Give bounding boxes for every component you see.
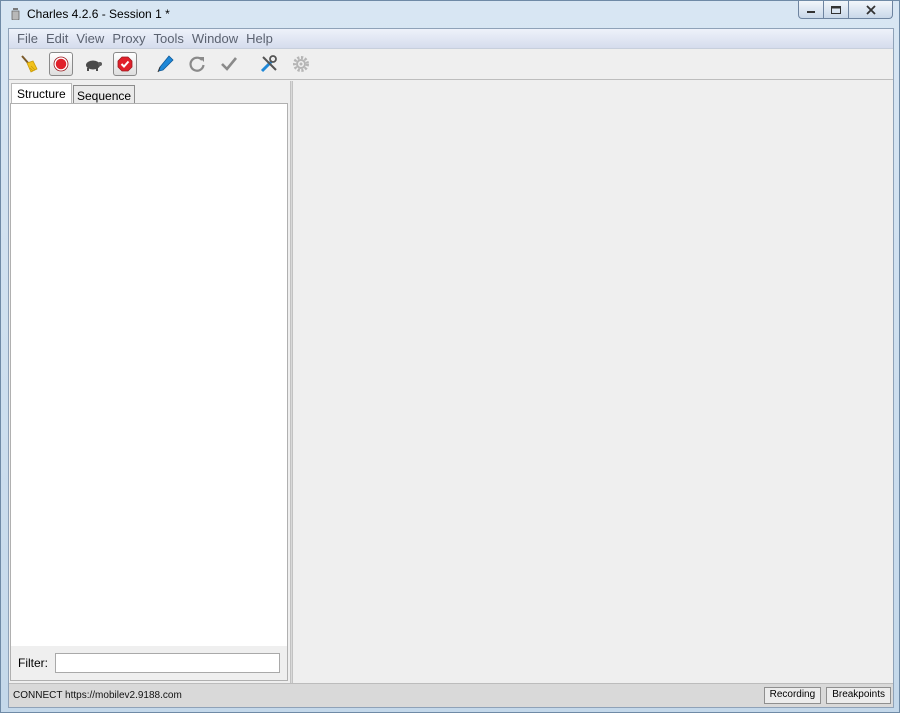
close-button[interactable]: [849, 1, 893, 19]
menu-tools[interactable]: Tools: [150, 31, 188, 46]
throttle-button[interactable]: [81, 52, 105, 76]
main-split: Structure Sequence Filter:: [9, 81, 893, 683]
filter-input[interactable]: [55, 653, 280, 673]
menu-view[interactable]: View: [72, 31, 108, 46]
filter-label: Filter:: [18, 656, 48, 670]
settings-gear-icon: [293, 56, 309, 72]
record-button[interactable]: [49, 52, 73, 76]
charles-jar-icon: [9, 7, 21, 21]
broom-icon: [21, 55, 38, 73]
client-area: File Edit View Proxy Tools Window Help S…: [8, 28, 894, 708]
maximize-button[interactable]: [824, 1, 849, 19]
compose-button[interactable]: [153, 52, 177, 76]
tools-button[interactable]: [257, 52, 281, 76]
structure-tree[interactable]: Filter:: [10, 103, 288, 681]
minimize-icon: [807, 10, 815, 13]
repeat-button[interactable]: [185, 52, 209, 76]
window-title: Charles 4.2.6 - Session 1 *: [27, 7, 170, 21]
maximize-icon: [831, 5, 841, 14]
record-icon: [53, 56, 69, 72]
status-message: CONNECT https://mobilev2.9188.com: [13, 690, 182, 701]
navigator-pane: Structure Sequence Filter:: [9, 81, 290, 683]
tab-sequence[interactable]: Sequence: [73, 85, 136, 105]
compose-pen-icon: [157, 55, 174, 73]
breakpoints-status-button[interactable]: Breakpoints: [826, 687, 891, 704]
minimize-button[interactable]: [798, 1, 824, 19]
close-icon: [865, 4, 876, 15]
checkmark-icon: [221, 57, 238, 71]
menu-bar: File Edit View Proxy Tools Window Help: [9, 29, 893, 49]
recording-status-button[interactable]: Recording: [763, 687, 822, 704]
settings-button[interactable]: [289, 52, 313, 76]
breakpoints-button[interactable]: [113, 52, 137, 76]
menu-window[interactable]: Window: [188, 31, 242, 46]
validate-button[interactable]: [217, 52, 241, 76]
view-tabs: Structure Sequence: [11, 83, 291, 105]
tab-structure[interactable]: Structure: [11, 83, 72, 105]
menu-file[interactable]: File: [13, 31, 42, 46]
detail-pane: [293, 81, 893, 683]
clear-session-button[interactable]: [17, 52, 41, 76]
menu-edit[interactable]: Edit: [42, 31, 72, 46]
tools-icon: [260, 55, 277, 73]
status-indicators: Recording Breakpoints: [759, 687, 891, 704]
menu-proxy[interactable]: Proxy: [108, 31, 149, 46]
breakpoints-icon: [117, 56, 133, 72]
turtle-icon: [86, 60, 102, 71]
toolbar: [9, 49, 893, 80]
app-window: Charles 4.2.6 - Session 1 * File Edit Vi…: [0, 0, 900, 713]
status-bar: CONNECT https://mobilev2.9188.com Record…: [9, 683, 893, 707]
menu-help[interactable]: Help: [242, 31, 277, 46]
window-controls: [798, 1, 893, 19]
title-bar[interactable]: Charles 4.2.6 - Session 1 *: [1, 1, 899, 27]
filter-row: Filter:: [11, 646, 287, 680]
refresh-icon: [189, 56, 205, 72]
